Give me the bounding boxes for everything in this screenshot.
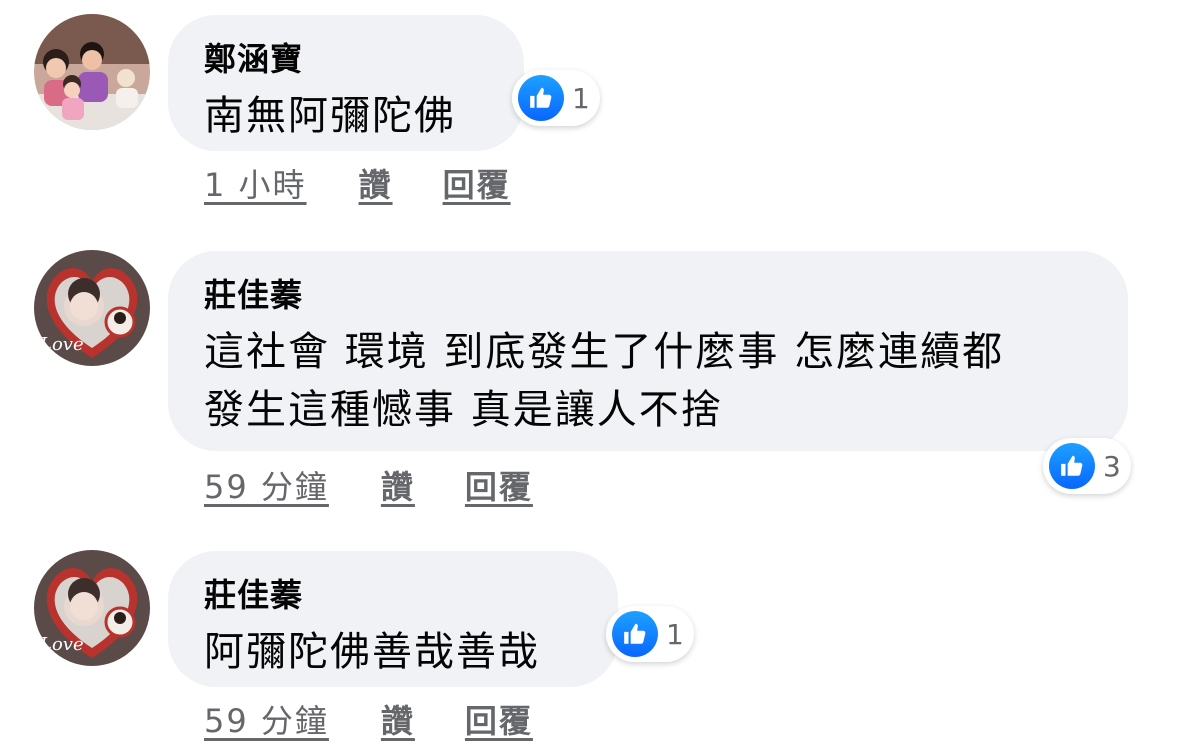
svg-text:Love: Love: [39, 634, 84, 655]
thumbs-up-icon: [518, 75, 564, 121]
reaction-count: 3: [1103, 449, 1121, 483]
comment-author[interactable]: 鄭涵寶: [204, 37, 488, 81]
reply-button[interactable]: 回覆: [465, 696, 533, 742]
comment-bubble: 莊佳蓁 阿彌陀佛善哉善哉: [168, 551, 618, 687]
timestamp-link[interactable]: 1 小時: [204, 160, 307, 206]
svg-text:Love: Love: [39, 334, 84, 355]
timestamp-link[interactable]: 59 分鐘: [204, 462, 329, 508]
reaction-count: 1: [666, 617, 684, 651]
comment-actions: 59 分鐘 讚 回覆: [204, 696, 533, 742]
comment-text-line-2: 發生這種憾事 真是讓人不捨: [204, 387, 723, 433]
thumbs-up-icon: [1049, 443, 1095, 489]
reaction-count: 1: [572, 81, 590, 115]
heart-frame-photo-avatar: Love: [34, 250, 150, 366]
avatar[interactable]: Love: [34, 550, 150, 666]
reaction-badge[interactable]: 3: [1043, 438, 1131, 494]
reply-button[interactable]: 回覆: [465, 462, 533, 508]
comment-actions: 59 分鐘 讚 回覆: [204, 462, 533, 508]
like-button[interactable]: 讚: [381, 462, 415, 508]
comment-bubble: 鄭涵寶 南無阿彌陀佛: [168, 15, 524, 151]
like-button[interactable]: 讚: [359, 160, 393, 206]
like-button[interactable]: 讚: [381, 696, 415, 742]
thumbs-up-icon: [612, 611, 658, 657]
comment-text-line-1: 這社會 環境 到底發生了什麼事 怎麼連續都: [204, 329, 1005, 375]
comment-author[interactable]: 莊佳蓁: [204, 273, 1092, 317]
avatar[interactable]: Love: [34, 250, 150, 366]
family-photo-avatar: [34, 14, 150, 130]
comment-text: 阿彌陀佛善哉善哉: [204, 629, 540, 675]
reaction-badge[interactable]: 1: [606, 606, 694, 662]
comment-text: 南無阿彌陀佛: [204, 93, 456, 139]
timestamp-link[interactable]: 59 分鐘: [204, 696, 329, 742]
reply-button[interactable]: 回覆: [443, 160, 511, 206]
comment-actions: 1 小時 讚 回覆: [204, 160, 511, 206]
comment-author[interactable]: 莊佳蓁: [204, 573, 582, 617]
reaction-badge[interactable]: 1: [512, 70, 600, 126]
avatar[interactable]: [34, 14, 150, 130]
comment-bubble: 莊佳蓁 這社會 環境 到底發生了什麼事 怎麼連續都 發生這種憾事 真是讓人不捨: [168, 251, 1128, 451]
heart-frame-photo-avatar: Love: [34, 550, 150, 666]
